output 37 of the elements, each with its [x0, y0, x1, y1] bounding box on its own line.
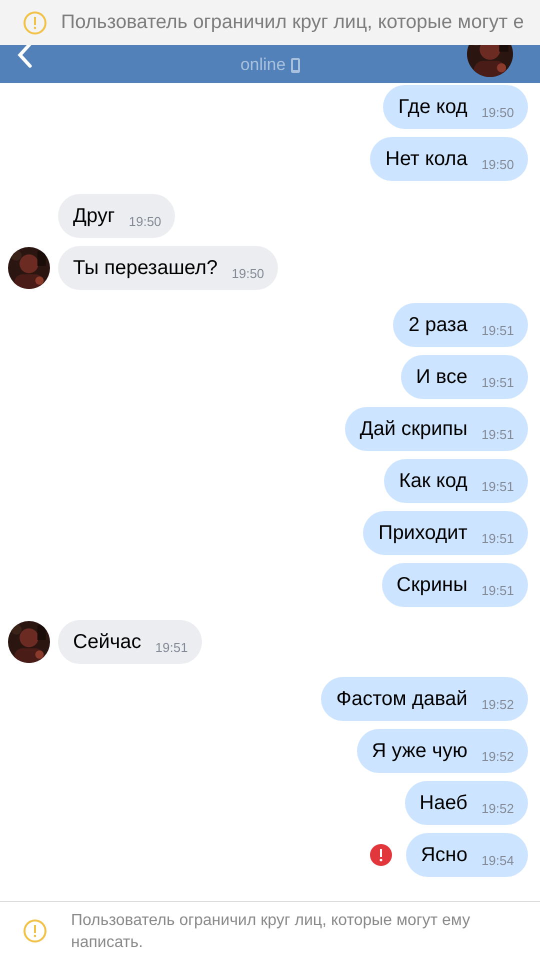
message-time: 19:51 — [481, 582, 514, 598]
error-icon[interactable] — [370, 844, 392, 866]
message-time: 19:50 — [481, 104, 514, 120]
message-time: 19:54 — [481, 852, 514, 868]
message-text: 2 раза — [408, 314, 468, 336]
message-text: Как код — [399, 470, 468, 492]
message-time: 19:52 — [481, 800, 514, 816]
message-text: Скрины — [396, 574, 468, 596]
message-time: 19:51 — [481, 374, 514, 390]
message-text: Приходит — [378, 522, 468, 544]
online-status: online — [240, 55, 300, 75]
message-time: 19:51 — [481, 478, 514, 494]
message-text: И все — [416, 366, 468, 388]
message-text: Дай скрипы — [360, 418, 468, 440]
message-time: 19:52 — [481, 696, 514, 712]
message-text: Нет кола — [385, 148, 468, 170]
message-time: 19:50 — [481, 156, 514, 172]
message-text: Сейчас — [73, 630, 142, 654]
message-text: Наеб — [420, 792, 468, 814]
phone-icon — [290, 58, 300, 72]
message-text: Я уже чую — [372, 740, 468, 762]
notice-text: Пользователь ограничил круг лиц, которые могут ему написать. — [71, 911, 472, 953]
message-text: Ты перезашел? — [73, 256, 218, 280]
warning-icon — [23, 919, 47, 943]
message-time: 19:50 — [128, 214, 162, 228]
message-text: Друг — [73, 204, 115, 228]
banner-text: Пользователь ограничил круг лиц, которые могут е — [61, 11, 524, 34]
message-time: 19:51 — [481, 322, 514, 338]
message-time: 19:50 — [232, 266, 264, 280]
message-time: 19:51 — [155, 640, 188, 654]
message-time: 19:51 — [481, 530, 514, 546]
message-text: Ясно — [420, 844, 468, 866]
warning-icon — [23, 10, 47, 34]
message-text: Где код — [398, 96, 468, 118]
message-text: Фастом давай — [336, 688, 468, 710]
message-time: 19:52 — [481, 748, 514, 764]
message-time: 19:51 — [481, 426, 514, 442]
